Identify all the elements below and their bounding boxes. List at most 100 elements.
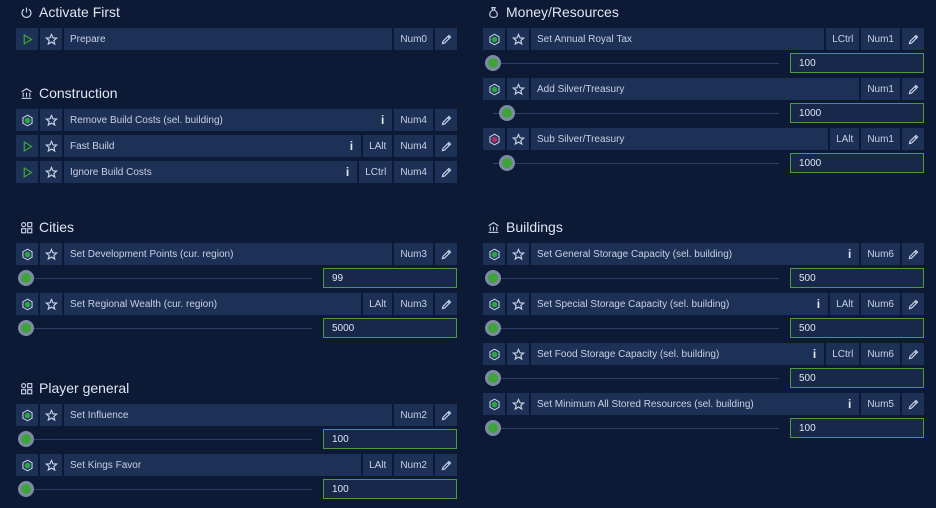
slider-thumb[interactable] xyxy=(485,420,501,436)
info-icon[interactable]: i xyxy=(848,247,859,261)
star-icon xyxy=(44,247,58,261)
slider-thumb[interactable] xyxy=(485,55,501,71)
cheat-name: Set Development Points (cur. region) xyxy=(70,248,234,260)
favorite-button[interactable] xyxy=(40,161,62,183)
value-input[interactable]: 1000 xyxy=(790,103,924,123)
favorite-button[interactable] xyxy=(40,28,62,50)
toggle-button[interactable] xyxy=(483,393,505,415)
toggle-button[interactable] xyxy=(16,293,38,315)
activate-button[interactable] xyxy=(16,135,38,157)
info-icon[interactable]: i xyxy=(346,165,357,179)
edit-hotkey-button[interactable] xyxy=(435,243,457,265)
value-input[interactable]: 100 xyxy=(323,479,457,499)
edit-hotkey-button[interactable] xyxy=(902,28,924,50)
favorite-button[interactable] xyxy=(507,343,529,365)
edit-hotkey-button[interactable] xyxy=(902,343,924,365)
slider-thumb[interactable] xyxy=(485,270,501,286)
cheat-row: Set Minimum All Stored Resources (sel. b… xyxy=(483,393,924,415)
value-slider[interactable] xyxy=(16,267,316,289)
info-icon[interactable]: i xyxy=(817,297,828,311)
toggle-icon xyxy=(488,398,501,411)
cheat-name-cell: Set Regional Wealth (cur. region) xyxy=(64,293,362,315)
favorite-button[interactable] xyxy=(40,243,62,265)
value-slider[interactable] xyxy=(483,317,783,339)
favorite-button[interactable] xyxy=(507,243,529,265)
value-slider[interactable] xyxy=(483,417,783,439)
slider-thumb[interactable] xyxy=(485,320,501,336)
toggle-button[interactable] xyxy=(16,454,38,476)
favorite-button[interactable] xyxy=(40,404,62,426)
toggle-button[interactable] xyxy=(483,343,505,365)
toggle-button[interactable] xyxy=(16,109,38,131)
favorite-button[interactable] xyxy=(507,293,529,315)
edit-hotkey-button[interactable] xyxy=(902,243,924,265)
edit-hotkey-button[interactable] xyxy=(435,404,457,426)
toggle-button[interactable] xyxy=(483,28,505,50)
edit-hotkey-button[interactable] xyxy=(902,78,924,100)
favorite-button[interactable] xyxy=(507,128,529,150)
value-input[interactable]: 1000 xyxy=(790,153,924,173)
activate-button[interactable] xyxy=(16,161,38,183)
value-slider[interactable] xyxy=(483,367,783,389)
toggle-button[interactable] xyxy=(483,243,505,265)
favorite-button[interactable] xyxy=(40,293,62,315)
favorite-button[interactable] xyxy=(507,78,529,100)
cheat-name-cell: Ignore Build Costs i xyxy=(64,161,358,183)
favorite-button[interactable] xyxy=(40,135,62,157)
info-icon[interactable]: i xyxy=(813,347,824,361)
edit-hotkey-button[interactable] xyxy=(435,109,457,131)
slider-row: 500 xyxy=(483,367,924,389)
value-input[interactable]: 100 xyxy=(790,53,924,73)
slider-thumb[interactable] xyxy=(18,320,34,336)
favorite-button[interactable] xyxy=(507,28,529,50)
value-slider[interactable] xyxy=(16,428,316,450)
value-input[interactable]: 500 xyxy=(790,368,924,388)
value-slider[interactable] xyxy=(483,267,783,289)
value-slider[interactable] xyxy=(483,102,783,124)
play-icon xyxy=(21,166,34,179)
edit-hotkey-button[interactable] xyxy=(902,293,924,315)
slider-row: 500 xyxy=(483,267,924,289)
toggle-button[interactable] xyxy=(16,243,38,265)
section-activate: Activate First Prepare Num0 xyxy=(16,0,457,50)
toggle-icon xyxy=(488,248,501,261)
toggle-button[interactable] xyxy=(483,293,505,315)
toggle-button[interactable] xyxy=(16,404,38,426)
star-icon xyxy=(44,139,58,153)
value-slider[interactable] xyxy=(16,317,316,339)
toggle-button[interactable] xyxy=(483,128,505,150)
favorite-button[interactable] xyxy=(40,109,62,131)
info-icon[interactable]: i xyxy=(350,139,361,153)
slider-thumb[interactable] xyxy=(485,370,501,386)
value-input[interactable]: 99 xyxy=(323,268,457,288)
value-slider[interactable] xyxy=(483,52,783,74)
slider-thumb[interactable] xyxy=(18,431,34,447)
favorite-button[interactable] xyxy=(40,454,62,476)
value-input[interactable]: 100 xyxy=(790,418,924,438)
slider-thumb[interactable] xyxy=(499,155,515,171)
edit-hotkey-button[interactable] xyxy=(435,28,457,50)
value-input[interactable]: 100 xyxy=(323,429,457,449)
favorite-button[interactable] xyxy=(507,393,529,415)
info-icon[interactable]: i xyxy=(848,397,859,411)
section-player: Player general Set Influence Num2 100 Set Ki… xyxy=(16,376,457,500)
value-input[interactable]: 500 xyxy=(790,318,924,338)
toggle-button[interactable] xyxy=(483,78,505,100)
hotkey-num1: Num1 xyxy=(861,128,900,150)
info-icon[interactable]: i xyxy=(381,113,392,127)
slider-thumb[interactable] xyxy=(18,270,34,286)
value-slider[interactable] xyxy=(16,478,316,500)
slider-track xyxy=(26,439,312,440)
slider-thumb[interactable] xyxy=(499,105,515,121)
edit-hotkey-button[interactable] xyxy=(435,454,457,476)
edit-hotkey-button[interactable] xyxy=(435,161,457,183)
value-slider[interactable] xyxy=(483,152,783,174)
slider-thumb[interactable] xyxy=(18,481,34,497)
value-input[interactable]: 5000 xyxy=(323,318,457,338)
edit-hotkey-button[interactable] xyxy=(435,293,457,315)
activate-button[interactable] xyxy=(16,28,38,50)
value-input[interactable]: 500 xyxy=(790,268,924,288)
edit-hotkey-button[interactable] xyxy=(902,393,924,415)
edit-hotkey-button[interactable] xyxy=(902,128,924,150)
edit-hotkey-button[interactable] xyxy=(435,135,457,157)
